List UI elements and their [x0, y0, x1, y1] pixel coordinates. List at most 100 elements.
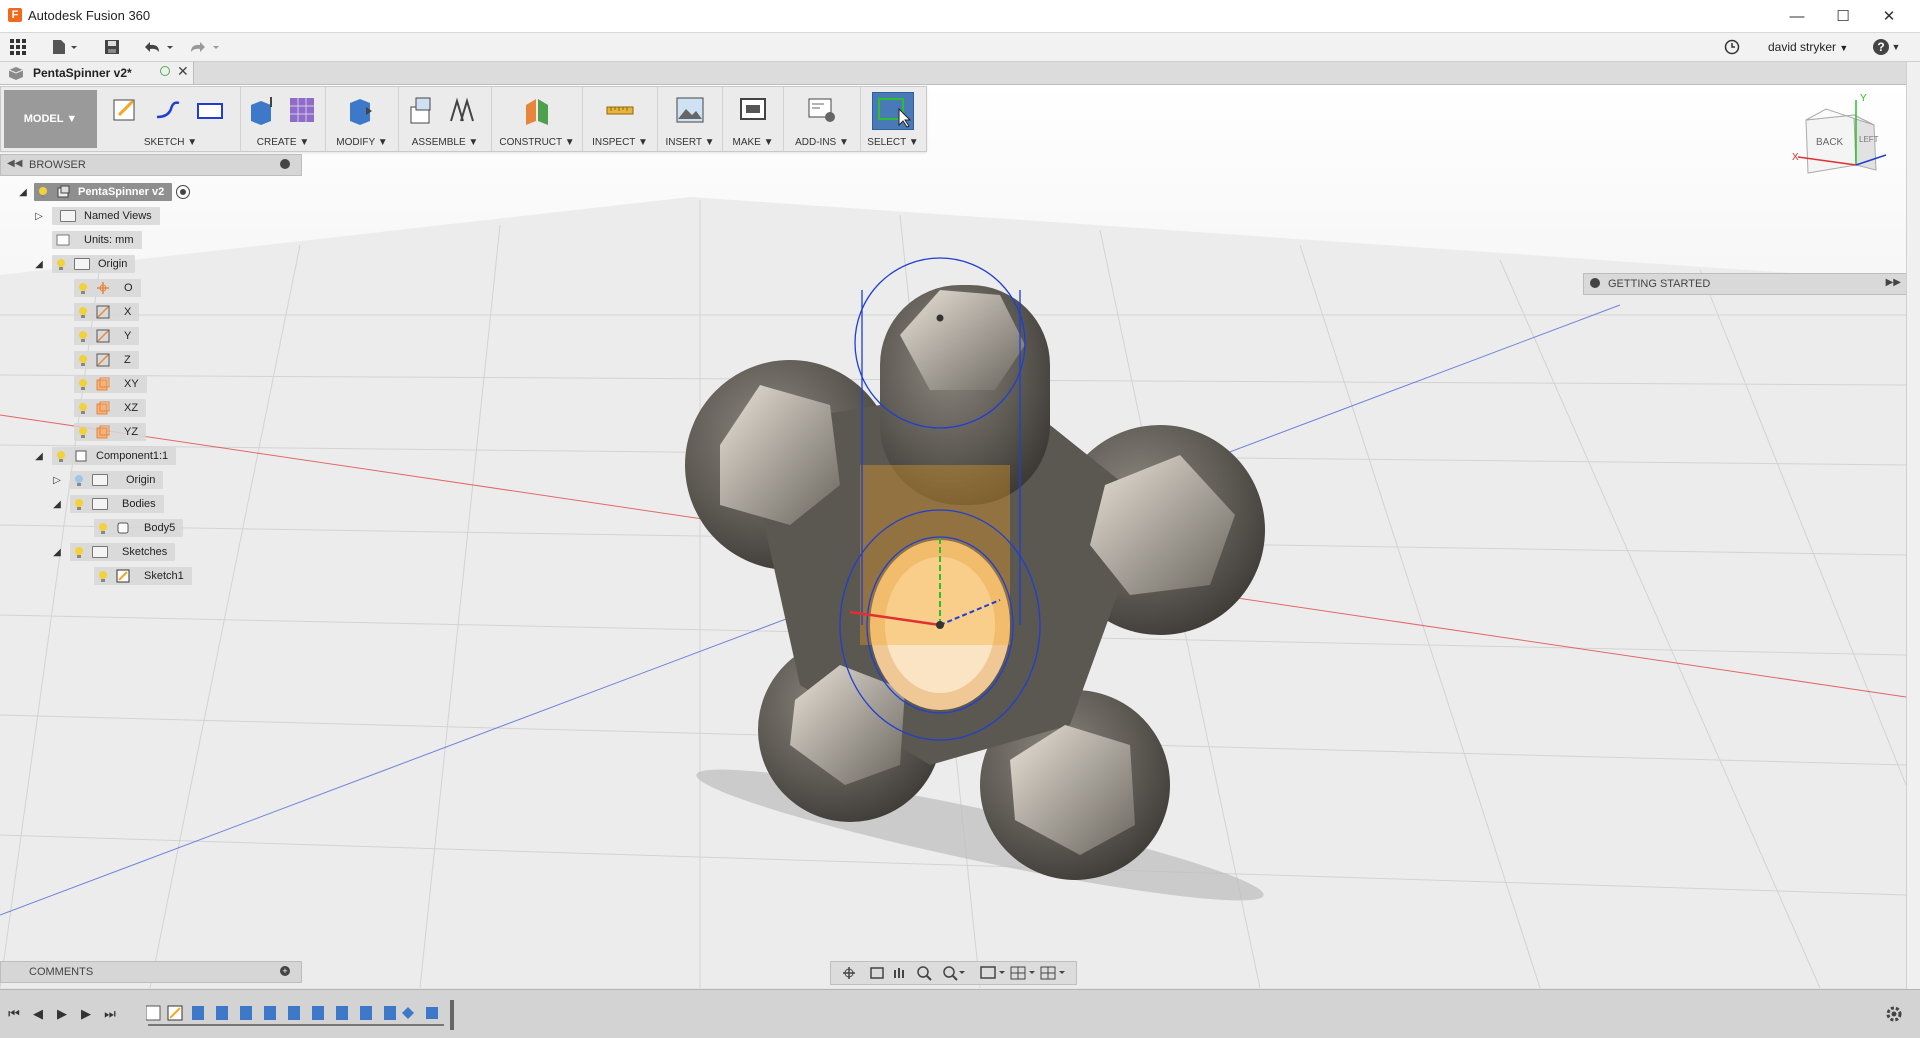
expand-icon[interactable]: ▷	[50, 473, 64, 487]
visibility-bulb-icon[interactable]	[74, 474, 84, 487]
save-button[interactable]	[100, 35, 124, 59]
add-comment-icon[interactable]: +	[280, 966, 290, 976]
visibility-bulb-icon[interactable]	[78, 402, 88, 415]
inspect-group[interactable]: INSPECT ▼	[583, 87, 658, 151]
expand-icon[interactable]: ▷	[32, 209, 46, 223]
select-tool-active[interactable]	[872, 92, 914, 130]
getting-started-panel[interactable]: GETTING STARTED ▶▶	[1583, 273, 1908, 295]
tree-item-body5[interactable]: Body5	[94, 518, 184, 538]
visibility-bulb-icon[interactable]	[74, 498, 84, 511]
display-settings-icon[interactable]	[980, 966, 1005, 979]
tree-item-bodies[interactable]: ◢ Bodies	[50, 494, 164, 514]
close-tab-icon[interactable]: ✕	[177, 63, 189, 80]
undo-icon	[145, 42, 173, 52]
workspace-switcher[interactable]: MODEL ▼	[4, 90, 97, 148]
tree-item-label: Sketches	[122, 546, 168, 558]
assemble-group[interactable]: ASSEMBLE ▼	[399, 87, 492, 151]
insert-group[interactable]: INSERT ▼	[658, 87, 723, 151]
visibility-bulb-icon[interactable]	[98, 522, 108, 535]
make-group[interactable]: MAKE ▼	[723, 87, 784, 151]
zoom-icon[interactable]	[917, 966, 932, 981]
help-button[interactable]: ? ▼	[1868, 35, 1904, 59]
pan-icon[interactable]	[894, 968, 904, 978]
tree-item-xy-plane[interactable]: XY	[74, 374, 147, 394]
data-panel-grid-icon[interactable]	[6, 35, 30, 59]
viewcube-face-left[interactable]: LEFT	[1859, 135, 1879, 144]
tree-root[interactable]: ◢ PentaSpinner v2	[16, 182, 191, 202]
document-tab[interactable]: PentaSpinner v2* ✕	[0, 62, 194, 84]
tree-item-component-origin[interactable]: ▷ Origin	[50, 470, 164, 490]
tree-item-sketches[interactable]: ◢ Sketches	[50, 542, 176, 562]
undo-button[interactable]	[140, 35, 176, 59]
collapse-icon[interactable]: ◢	[32, 449, 46, 463]
viewcube[interactable]: BACK LEFT X Y	[1776, 93, 1896, 185]
sketch-group[interactable]: SKETCH ▼	[101, 87, 241, 151]
user-account-menu[interactable]: david stryker ▼	[1768, 40, 1860, 54]
tree-item-named-views[interactable]: ▷ Named Views	[32, 206, 160, 226]
go-to-start-icon[interactable]: ⏮	[4, 1004, 24, 1024]
expand-panel-icon[interactable]: ▶▶	[1886, 277, 1901, 288]
visibility-bulb-icon[interactable]	[78, 330, 88, 343]
redo-button[interactable]	[186, 35, 222, 59]
tree-item-origin[interactable]: ◢ Origin	[32, 254, 136, 274]
model-canvas[interactable]	[0, 85, 1906, 988]
tree-item-yz-plane[interactable]: YZ	[74, 422, 147, 442]
folder-icon	[92, 474, 108, 486]
timeline-features[interactable]	[145, 1004, 446, 1026]
tree-item-component1[interactable]: ◢ Component1:1	[32, 446, 177, 466]
viewports-icon[interactable]	[1040, 966, 1065, 980]
visibility-bulb-icon[interactable]	[98, 570, 108, 583]
collapse-panel-icon[interactable]: ◀◀	[7, 158, 22, 169]
select-group[interactable]: SELECT ▼	[861, 87, 925, 151]
visibility-bulb-icon[interactable]	[38, 186, 48, 199]
look-at-icon[interactable]	[870, 967, 884, 979]
tree-item-units[interactable]: Units: mm	[52, 230, 142, 250]
maximize-button[interactable]: ☐	[1820, 0, 1866, 32]
tree-item-z-axis[interactable]: Z	[74, 350, 139, 370]
expand-collapse-icon[interactable]: ◢	[16, 185, 30, 199]
add-ins-group[interactable]: ADD-INS ▼	[784, 87, 861, 151]
play-icon[interactable]: ▶	[52, 1004, 72, 1024]
modify-group[interactable]: MODIFY ▼	[326, 87, 399, 151]
vertical-scrollbar[interactable]	[1906, 62, 1920, 989]
minimize-button[interactable]: —	[1774, 0, 1820, 32]
browser-panel-header[interactable]: ◀◀ BROWSER	[0, 154, 302, 176]
comments-panel[interactable]: COMMENTS +	[0, 961, 302, 983]
job-status-button[interactable]	[1720, 35, 1744, 59]
tree-item-x-axis[interactable]: X	[74, 302, 140, 322]
tree-item-sketch1[interactable]: Sketch1	[94, 566, 192, 586]
collapse-icon[interactable]: ◢	[32, 257, 46, 271]
visibility-bulb-icon[interactable]	[78, 354, 88, 367]
tree-item-xz-plane[interactable]: XZ	[74, 398, 147, 418]
go-to-end-icon[interactable]: ⏭	[100, 1004, 120, 1024]
construct-group[interactable]: CONSTRUCT ▼	[492, 87, 583, 151]
file-menu-button[interactable]	[48, 35, 82, 59]
create-group[interactable]: CREATE ▼	[241, 87, 326, 151]
pin-icon[interactable]	[1590, 278, 1600, 288]
collapse-icon[interactable]: ◢	[50, 497, 64, 511]
add-ins-group-label: ADD-INS ▼	[795, 137, 849, 148]
orbit-icon[interactable]	[843, 967, 855, 979]
collapse-icon[interactable]: ◢	[50, 545, 64, 559]
tree-item-y-axis[interactable]: Y	[74, 326, 140, 346]
tree-item-origin-point[interactable]: O	[74, 278, 141, 298]
component-icon	[75, 450, 87, 462]
visibility-bulb-icon[interactable]	[56, 258, 66, 271]
visibility-bulb-icon[interactable]	[78, 282, 88, 295]
fit-icon[interactable]	[943, 966, 965, 981]
close-window-button[interactable]: ✕	[1866, 0, 1912, 32]
visibility-bulb-icon[interactable]	[78, 426, 88, 439]
3d-viewport[interactable]: BACK LEFT X Y	[0, 85, 1906, 988]
step-forward-icon[interactable]: ▶︎	[76, 1004, 96, 1024]
visibility-bulb-icon[interactable]	[78, 306, 88, 319]
activate-radio-icon[interactable]	[176, 185, 191, 199]
timeline-settings-icon[interactable]	[1885, 1005, 1903, 1023]
viewcube-face-back[interactable]: BACK	[1816, 137, 1843, 148]
visibility-bulb-icon[interactable]	[78, 378, 88, 391]
visibility-bulb-icon[interactable]	[74, 546, 84, 559]
grid-settings-icon[interactable]	[1010, 966, 1035, 980]
pin-panel-icon[interactable]	[280, 159, 290, 169]
timeline-marker[interactable]	[450, 1000, 454, 1030]
step-back-icon[interactable]: ◀	[28, 1004, 48, 1024]
visibility-bulb-icon[interactable]	[56, 450, 66, 463]
